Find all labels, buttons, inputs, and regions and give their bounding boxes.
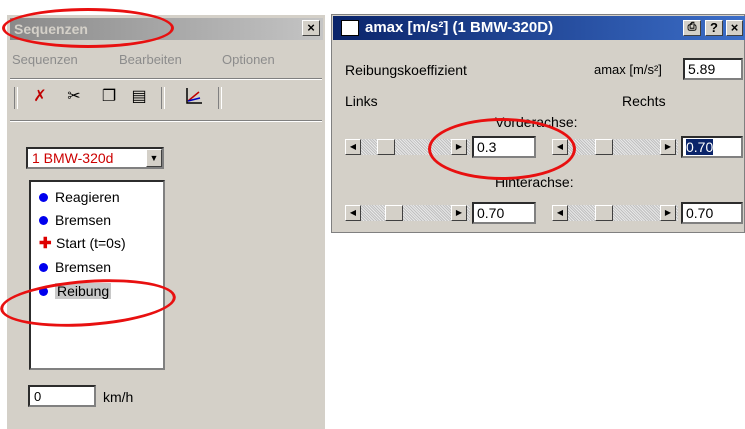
menu-sequenzen[interactable]: Sequenzen (12, 52, 78, 67)
rear-left-value-field[interactable]: 0.70 (472, 202, 536, 224)
right-label: Rechts (622, 93, 666, 109)
list-item[interactable]: Bremsen (39, 210, 111, 230)
blue-dot-icon (39, 216, 48, 225)
toolbar-grip (14, 87, 18, 109)
list-item[interactable]: ✚ Start (t=0s) (39, 233, 126, 253)
paste-icon[interactable]: ▤ (128, 86, 150, 108)
menu-bearbeiten[interactable]: Bearbeiten (119, 52, 182, 67)
annotation-circle-front-left (428, 118, 576, 180)
amax-label: amax [m/s²] (594, 62, 662, 77)
chart-icon[interactable] (183, 86, 205, 108)
sequence-list[interactable]: Reagieren Bremsen ✚ Start (t=0s) Bremsen … (29, 180, 165, 370)
print-icon[interactable]: ⎙ (683, 20, 701, 36)
help-button[interactable]: ? (705, 20, 723, 36)
copy-icon[interactable]: ❐ (98, 86, 120, 108)
front-right-value-field[interactable]: 0.70 (681, 136, 743, 158)
red-start-icon: ✚ (39, 235, 52, 252)
blue-dot-icon (39, 193, 48, 202)
vehicle-select[interactable]: 1 BMW-320d ▼ (26, 147, 164, 169)
list-item[interactable]: Bremsen (39, 257, 111, 277)
sequences-close-button[interactable]: × (302, 20, 320, 36)
arrow-right-icon[interactable]: ▶ (451, 205, 467, 221)
rear-right-slider-thumb[interactable] (595, 205, 613, 221)
rear-right-value-field[interactable]: 0.70 (681, 202, 743, 224)
list-item[interactable]: Reagieren (39, 187, 120, 207)
vehicle-select-value: 1 BMW-320d (32, 150, 114, 166)
toolbar-separator (161, 87, 165, 109)
rear-left-slider-thumb[interactable] (385, 205, 403, 221)
arrow-left-icon[interactable]: ◀ (345, 205, 361, 221)
cut-icon[interactable]: ✂ (63, 86, 85, 108)
menu-optionen[interactable]: Optionen (222, 52, 275, 67)
amax-title: amax [m/s²] (1 BMW-320D) (365, 19, 554, 36)
arrow-left-icon[interactable]: ◀ (552, 205, 568, 221)
toolbar-separator-2 (218, 87, 222, 109)
speed-input[interactable]: 0 (28, 385, 96, 407)
speed-unit-label: km/h (103, 389, 134, 405)
menu-divider (10, 78, 322, 80)
amax-value-field[interactable]: 5.89 (683, 58, 743, 80)
blue-dot-icon (39, 263, 48, 272)
toolbar-divider (10, 120, 322, 122)
left-label: Links (345, 93, 378, 109)
front-left-slider-thumb[interactable] (377, 139, 395, 155)
arrow-left-icon[interactable]: ◀ (345, 139, 361, 155)
arrow-right-icon[interactable]: ▶ (660, 139, 676, 155)
close-button[interactable]: × (726, 20, 743, 36)
annotation-circle-title (2, 8, 174, 48)
front-right-slider-thumb[interactable] (595, 139, 613, 155)
delete-icon[interactable]: ✗ (29, 86, 51, 108)
window-icon (341, 20, 359, 36)
friction-label: Reibungskoeffizient (345, 62, 467, 78)
chevron-down-icon[interactable]: ▼ (146, 149, 162, 167)
arrow-right-icon[interactable]: ▶ (660, 205, 676, 221)
